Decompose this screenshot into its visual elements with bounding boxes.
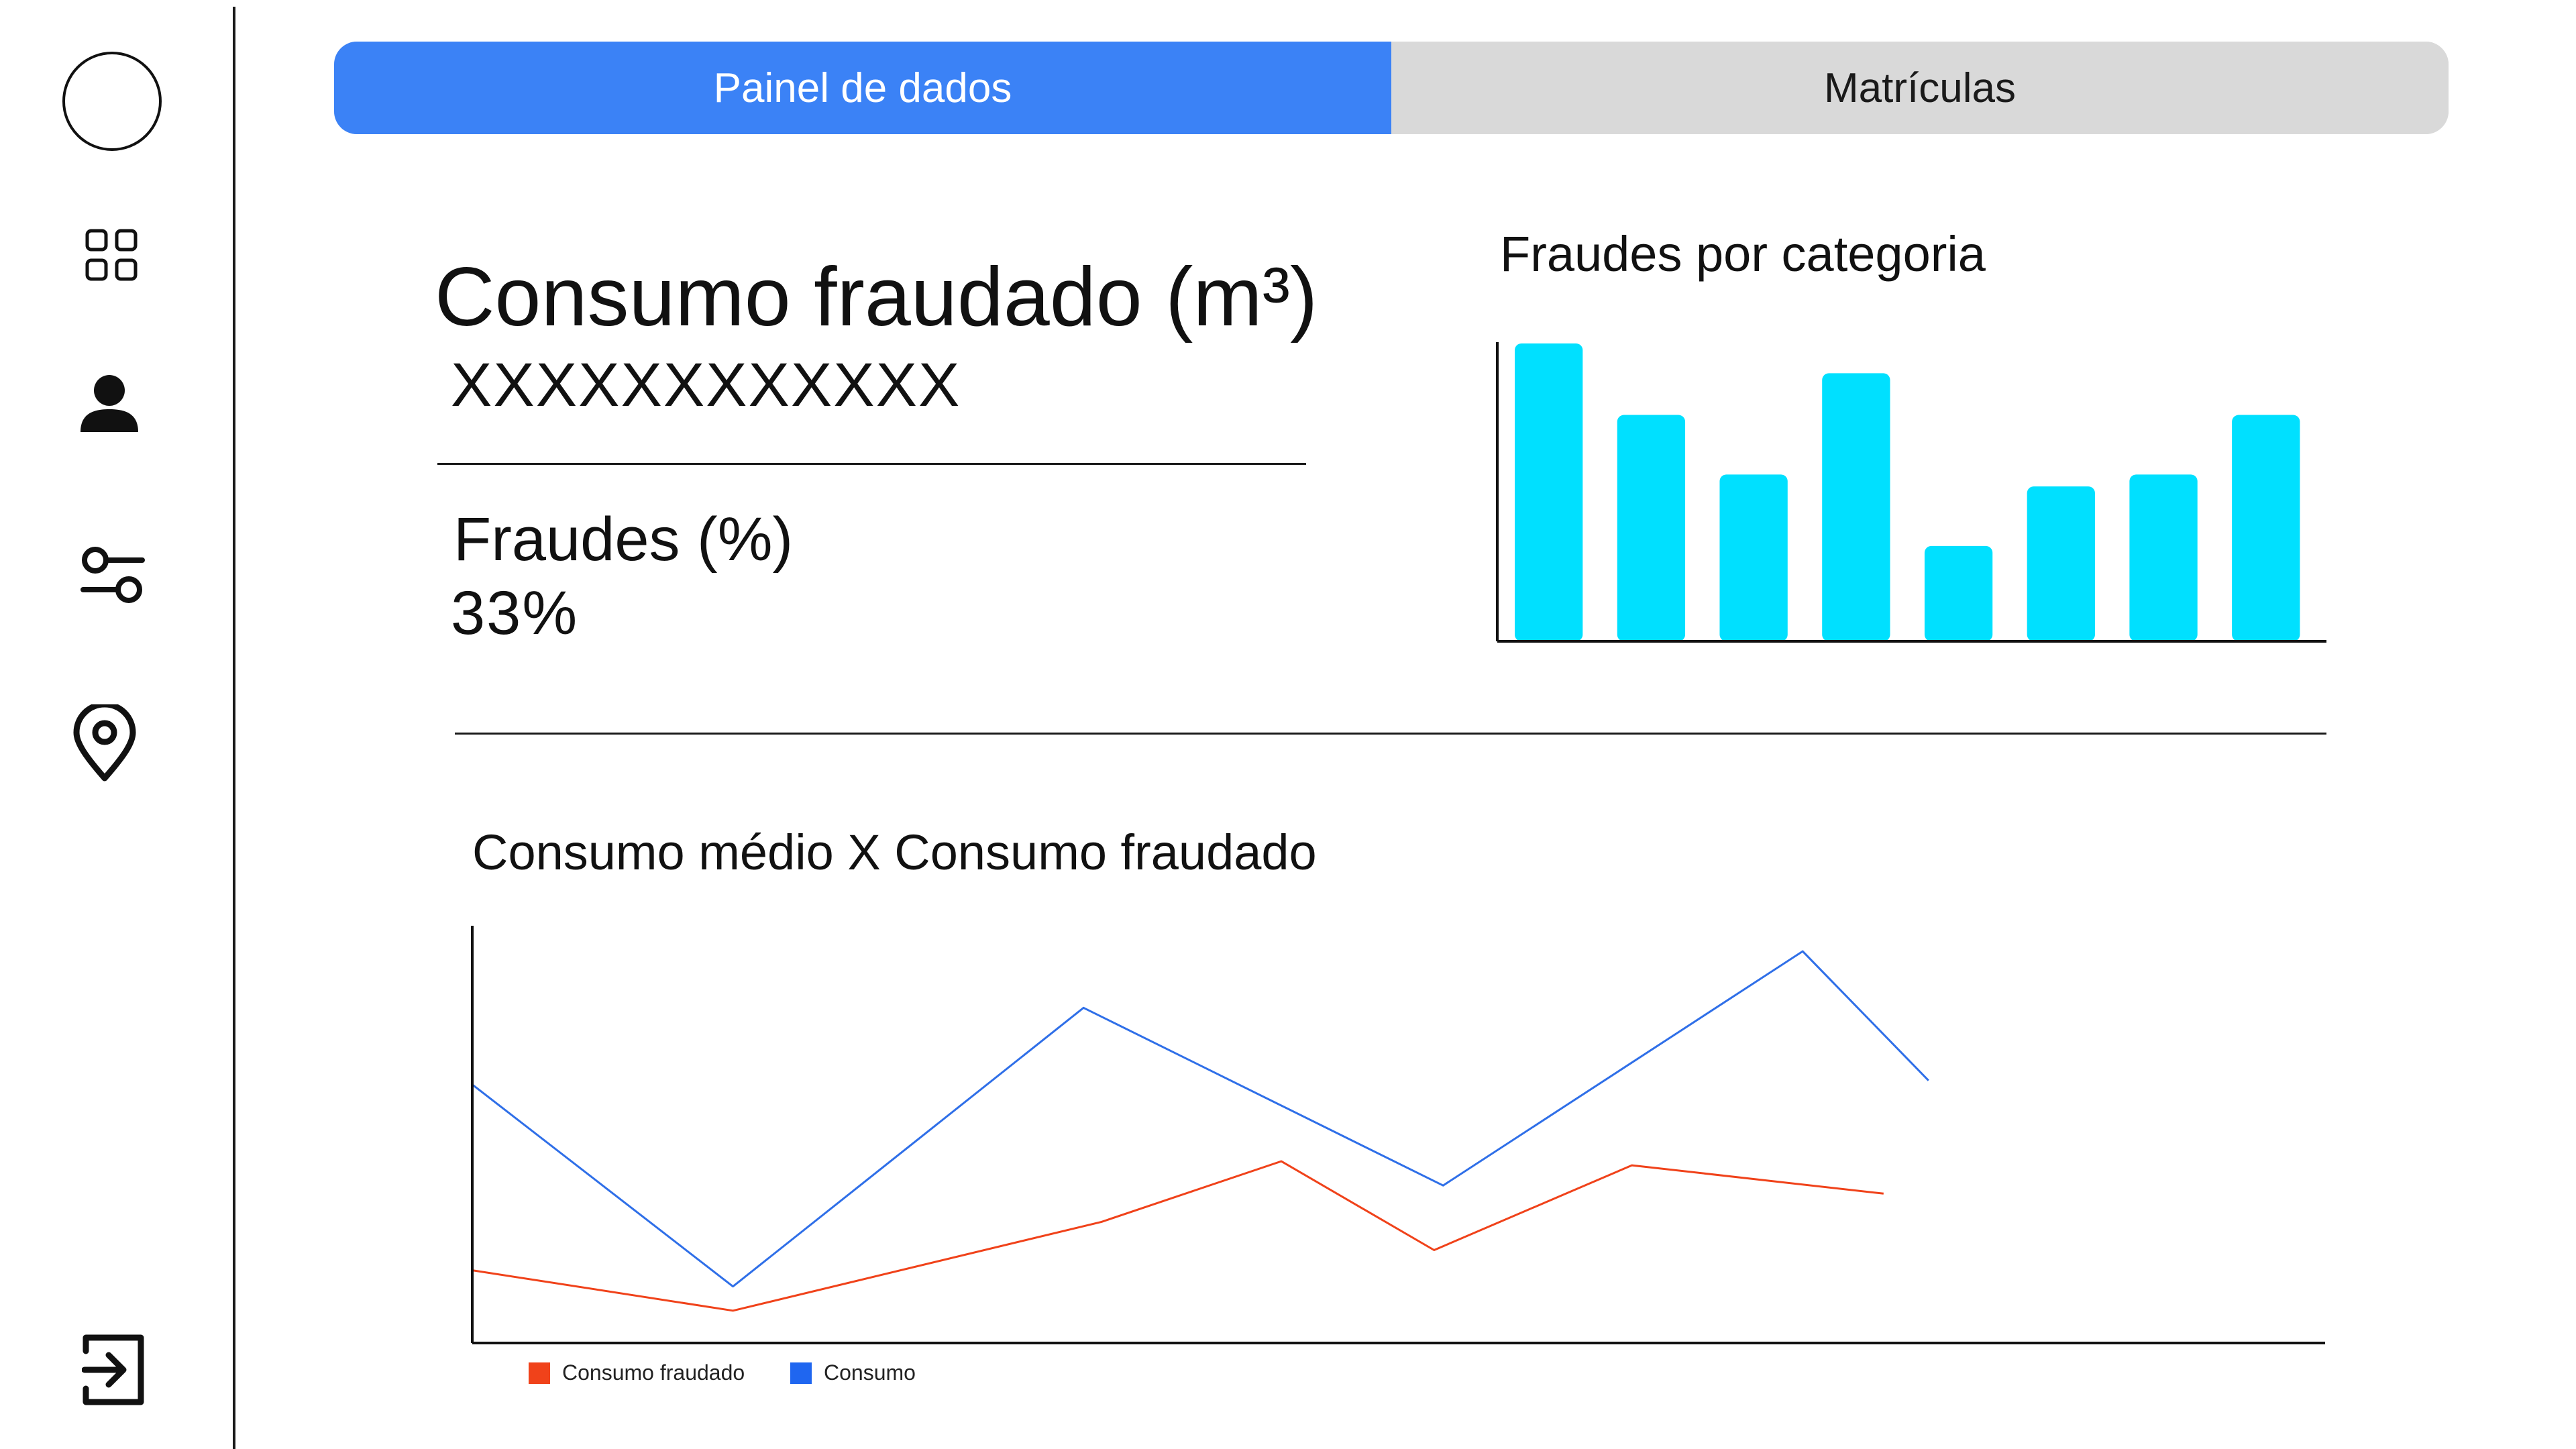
tab-matriculas[interactable]: Matrículas — [1391, 42, 2449, 134]
sliders-icon[interactable] — [80, 547, 145, 604]
series-line-consumo — [472, 950, 1929, 1288]
section-divider — [455, 733, 2326, 735]
legend-consumo-fraudado: Consumo fraudado — [529, 1360, 745, 1385]
line-chart — [471, 926, 2325, 1344]
logout-icon[interactable] — [82, 1331, 146, 1409]
bar-2 — [1617, 415, 1686, 641]
bar-7 — [2129, 474, 2198, 641]
legend-swatch-consumo — [790, 1362, 812, 1384]
legend-consumo: Consumo — [790, 1360, 916, 1385]
bar-1 — [1515, 343, 1583, 641]
bar-3 — [1719, 474, 1788, 641]
sidebar — [0, 0, 236, 1449]
consumo-fraudado-title: Consumo fraudado (m³) — [435, 251, 1318, 343]
legend-label-fraudado: Consumo fraudado — [562, 1360, 745, 1385]
user-icon[interactable] — [79, 373, 140, 433]
legend-swatch-fraudado — [529, 1362, 550, 1384]
legend-label-consumo: Consumo — [824, 1360, 916, 1385]
fraudes-percent-title: Fraudes (%) — [453, 505, 794, 574]
line-chart-title: Consumo médio X Consumo fraudado — [472, 824, 1317, 880]
bar-6 — [2027, 486, 2095, 641]
tab-painel-de-dados[interactable]: Painel de dados — [334, 42, 1391, 134]
avatar-circle[interactable] — [62, 51, 162, 152]
bar-4 — [1822, 373, 1890, 641]
location-pin-icon[interactable] — [72, 704, 137, 782]
kpi-divider — [437, 463, 1306, 465]
bar-chart — [1496, 342, 2326, 643]
bar-5 — [1924, 545, 1993, 641]
fraudes-percent-value: 33% — [451, 579, 579, 647]
consumo-fraudado-value: XXXXXXXXXXXX — [451, 351, 961, 419]
grid-icon[interactable] — [85, 228, 138, 282]
series-line-consumo-fraudado — [472, 1160, 1884, 1312]
bar-chart-title: Fraudes por categoria — [1500, 226, 1986, 282]
bar-8 — [2232, 415, 2300, 641]
sidebar-divider — [233, 7, 235, 1449]
tab-bar: Painel de dados Matrículas — [334, 42, 2449, 134]
